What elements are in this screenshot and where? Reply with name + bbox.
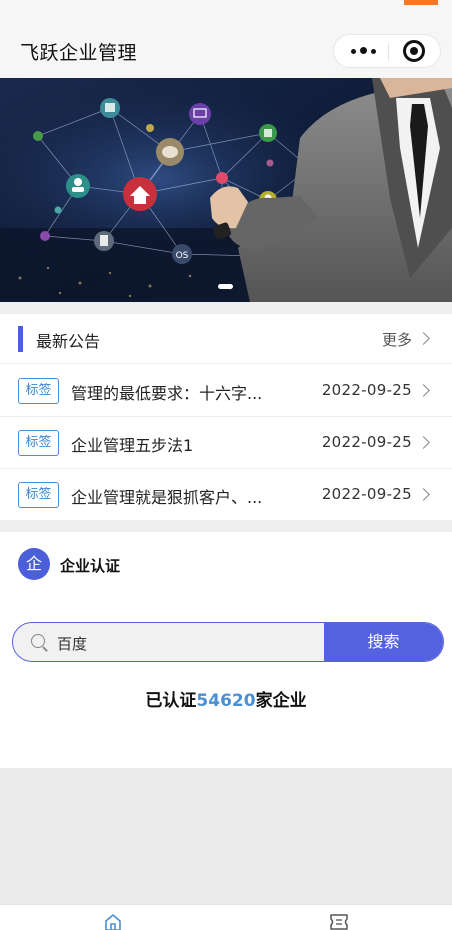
ticket-icon[interactable] xyxy=(330,914,348,930)
notice-tag: 标签 xyxy=(18,378,59,404)
content-empty-area xyxy=(0,768,452,904)
chevron-right-icon[interactable] xyxy=(417,332,430,345)
tab-bar xyxy=(0,904,452,930)
page-title: 飞跃企业管理 xyxy=(20,42,138,64)
enterprise-icon: 企 xyxy=(18,548,50,580)
notice-title: 管理的最低要求：十六字... xyxy=(71,384,263,403)
certified-count: 54620 xyxy=(196,691,256,711)
more-dots-icon[interactable] xyxy=(347,39,379,63)
notice-tag: 标签 xyxy=(18,482,59,508)
certified-count-line: 已认证54620家企业 xyxy=(0,686,452,711)
list-item[interactable]: 标签 企业管理五步法1 2022-09-25 xyxy=(0,417,452,469)
notice-date: 2022-09-25 xyxy=(321,485,412,503)
status-indicator xyxy=(404,0,438,5)
certified-prefix: 已认证 xyxy=(145,691,197,711)
status-bar xyxy=(0,0,452,12)
home-icon[interactable] xyxy=(104,913,122,930)
carousel-indicator-dot[interactable] xyxy=(218,284,233,289)
section-gap xyxy=(0,302,452,314)
notice-date: 2022-09-25 xyxy=(321,381,412,399)
list-item[interactable]: 标签 管理的最低要求：十六字... 2022-09-25 xyxy=(0,365,452,417)
search-icon xyxy=(31,634,45,648)
mini-program-capsule xyxy=(333,34,441,68)
chevron-right-icon xyxy=(417,436,430,449)
announcements-header: 最新公告 更多 xyxy=(0,314,452,364)
svg-text:OS: OS xyxy=(176,251,189,261)
chevron-right-icon xyxy=(417,488,430,501)
banner-image: OS xyxy=(0,78,452,302)
notice-title: 企业管理五步法1 xyxy=(71,436,194,455)
banner-carousel[interactable]: OS xyxy=(0,78,452,302)
search-button[interactable]: 搜索 xyxy=(324,623,443,661)
nav-bar: 飞跃企业管理 xyxy=(0,12,452,78)
search-bar: 百度 搜索 xyxy=(12,622,444,662)
search-input[interactable]: 百度 xyxy=(57,633,87,654)
notice-title: 企业管理就是狠抓客户、... xyxy=(71,488,263,507)
certification-title: 企业认证 xyxy=(60,557,121,575)
chevron-right-icon xyxy=(417,384,430,397)
target-icon[interactable] xyxy=(403,40,425,62)
list-item[interactable]: 标签 企业管理就是狠抓客户、... 2022-09-25 xyxy=(0,469,452,521)
section-gap xyxy=(0,520,452,532)
certified-suffix: 家企业 xyxy=(255,691,307,711)
notice-tag: 标签 xyxy=(18,430,59,456)
section-accent-bar xyxy=(18,326,23,352)
notice-date: 2022-09-25 xyxy=(321,433,412,451)
more-link[interactable]: 更多 xyxy=(382,329,412,350)
announcements-title: 最新公告 xyxy=(36,332,101,351)
capsule-divider xyxy=(388,43,389,61)
